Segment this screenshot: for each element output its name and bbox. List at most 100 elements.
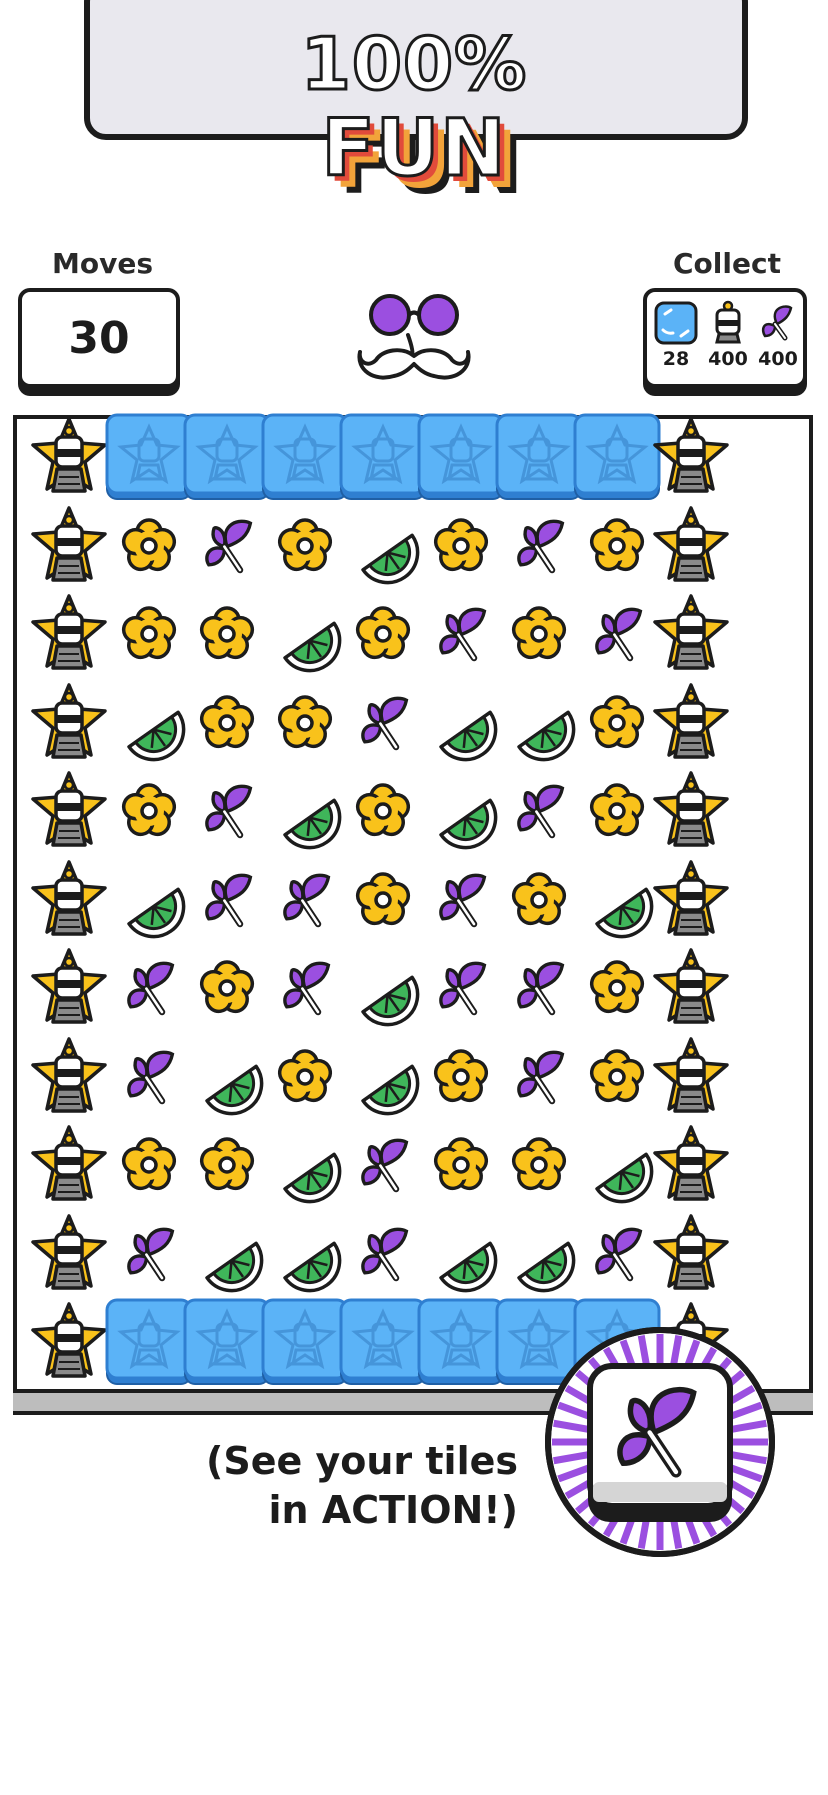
collect-goals-panel: 28 400 400 [643,288,807,388]
tile-butterfly[interactable] [495,502,583,590]
tile-flower[interactable] [417,502,505,590]
tile-butterfly[interactable] [417,944,505,1032]
tile-flower[interactable] [183,590,271,678]
tile-lime[interactable] [261,1121,349,1209]
star-lantern-blocker[interactable] [25,856,113,944]
star-lantern-blocker[interactable] [25,1298,113,1386]
tile-flower[interactable] [183,944,271,1032]
tile-flower[interactable] [495,856,583,944]
ice-blocker-tile[interactable] [261,1298,349,1386]
tile-flower[interactable] [105,767,193,855]
tile-butterfly[interactable] [495,767,583,855]
star-lantern-blocker[interactable] [25,502,113,590]
tile-butterfly[interactable] [105,944,193,1032]
tile-flower[interactable] [417,1033,505,1121]
tile-butterfly[interactable] [261,856,349,944]
tile-butterfly[interactable] [417,856,505,944]
star-lantern-blocker[interactable] [25,1033,113,1121]
butterfly-icon [517,961,565,1016]
ice-blocker-tile[interactable] [417,413,505,501]
tile-lime[interactable] [495,1210,583,1298]
tile-flower[interactable] [261,1033,349,1121]
ice-blocker-tile[interactable] [183,413,271,501]
tile-lime[interactable] [339,502,427,590]
flower-icon [199,694,255,748]
star-lantern-icon [653,771,729,847]
star-lantern-blocker[interactable] [25,590,113,678]
tile-lime[interactable] [417,1210,505,1298]
ice-blocker-tile[interactable] [105,1298,193,1386]
tile-butterfly[interactable] [339,1210,427,1298]
tile-lime[interactable] [261,767,349,855]
tile-lime[interactable] [183,1033,271,1121]
lantern-icon [715,300,741,344]
tile-flower[interactable] [495,1121,583,1209]
star-lantern-blocker[interactable] [25,679,113,767]
tile-lime[interactable] [339,1033,427,1121]
goal-ice: 28 [651,300,701,370]
star-lantern-icon [653,859,729,936]
star-lantern-blocker[interactable] [647,590,735,678]
ice-blocker-tile[interactable] [105,413,193,501]
lime-slice-icon [517,1241,576,1292]
star-lantern-icon [653,594,729,670]
tile-lime[interactable] [417,679,505,767]
tile-flower[interactable] [261,502,349,590]
star-lantern-blocker[interactable] [647,1210,735,1298]
ice-blocker-tile[interactable] [339,1298,427,1386]
tile-butterfly[interactable] [495,944,583,1032]
ice-blocker-tile[interactable] [495,413,583,501]
tile-butterfly[interactable] [339,679,427,767]
tile-flower[interactable] [495,590,583,678]
tile-flower[interactable] [183,1121,271,1209]
star-lantern-blocker[interactable] [25,767,113,855]
ice-blocker-tile[interactable] [183,1298,271,1386]
tile-flower[interactable] [339,856,427,944]
tile-lime[interactable] [495,679,583,767]
star-lantern-blocker[interactable] [25,1210,113,1298]
tile-butterfly[interactable] [495,1033,583,1121]
tile-flower[interactable] [339,590,427,678]
tile-butterfly[interactable] [417,590,505,678]
tile-butterfly[interactable] [183,502,271,590]
star-lantern-blocker[interactable] [647,1121,735,1209]
tile-butterfly[interactable] [339,1121,427,1209]
butterfly-icon [439,607,487,662]
tile-lime[interactable] [105,679,193,767]
tile-flower[interactable] [105,502,193,590]
ice-blocker-tile[interactable] [261,413,349,501]
star-lantern-blocker[interactable] [647,944,735,1032]
tile-lime[interactable] [339,944,427,1032]
tile-butterfly[interactable] [105,1033,193,1121]
star-lantern-blocker[interactable] [647,413,735,501]
tile-butterfly[interactable] [105,1210,193,1298]
tile-flower[interactable] [417,1121,505,1209]
star-lantern-blocker[interactable] [647,767,735,855]
star-lantern-blocker[interactable] [25,1121,113,1209]
star-lantern-blocker[interactable] [25,944,113,1032]
tile-lime[interactable] [261,1210,349,1298]
flower-icon [277,694,333,748]
star-lantern-icon [653,948,729,1024]
lime-slice-icon [361,975,420,1027]
star-lantern-blocker[interactable] [647,1033,735,1121]
ice-blocker-tile[interactable] [417,1298,505,1386]
tile-butterfly[interactable] [261,944,349,1032]
star-lantern-blocker[interactable] [647,856,735,944]
tile-lime[interactable] [261,590,349,678]
star-lantern-blocker[interactable] [647,679,735,767]
tile-lime[interactable] [417,767,505,855]
star-lantern-blocker[interactable] [647,502,735,590]
star-lantern-blocker[interactable] [25,413,113,501]
tile-flower[interactable] [105,1121,193,1209]
tile-flower[interactable] [105,590,193,678]
tile-butterfly[interactable] [183,767,271,855]
tile-flower[interactable] [261,679,349,767]
tile-butterfly[interactable] [183,856,271,944]
tile-lime[interactable] [183,1210,271,1298]
tile-lime[interactable] [105,856,193,944]
tile-flower[interactable] [183,679,271,767]
tile-flower[interactable] [339,767,427,855]
star-lantern-icon [31,859,107,936]
ice-blocker-tile[interactable] [339,413,427,501]
